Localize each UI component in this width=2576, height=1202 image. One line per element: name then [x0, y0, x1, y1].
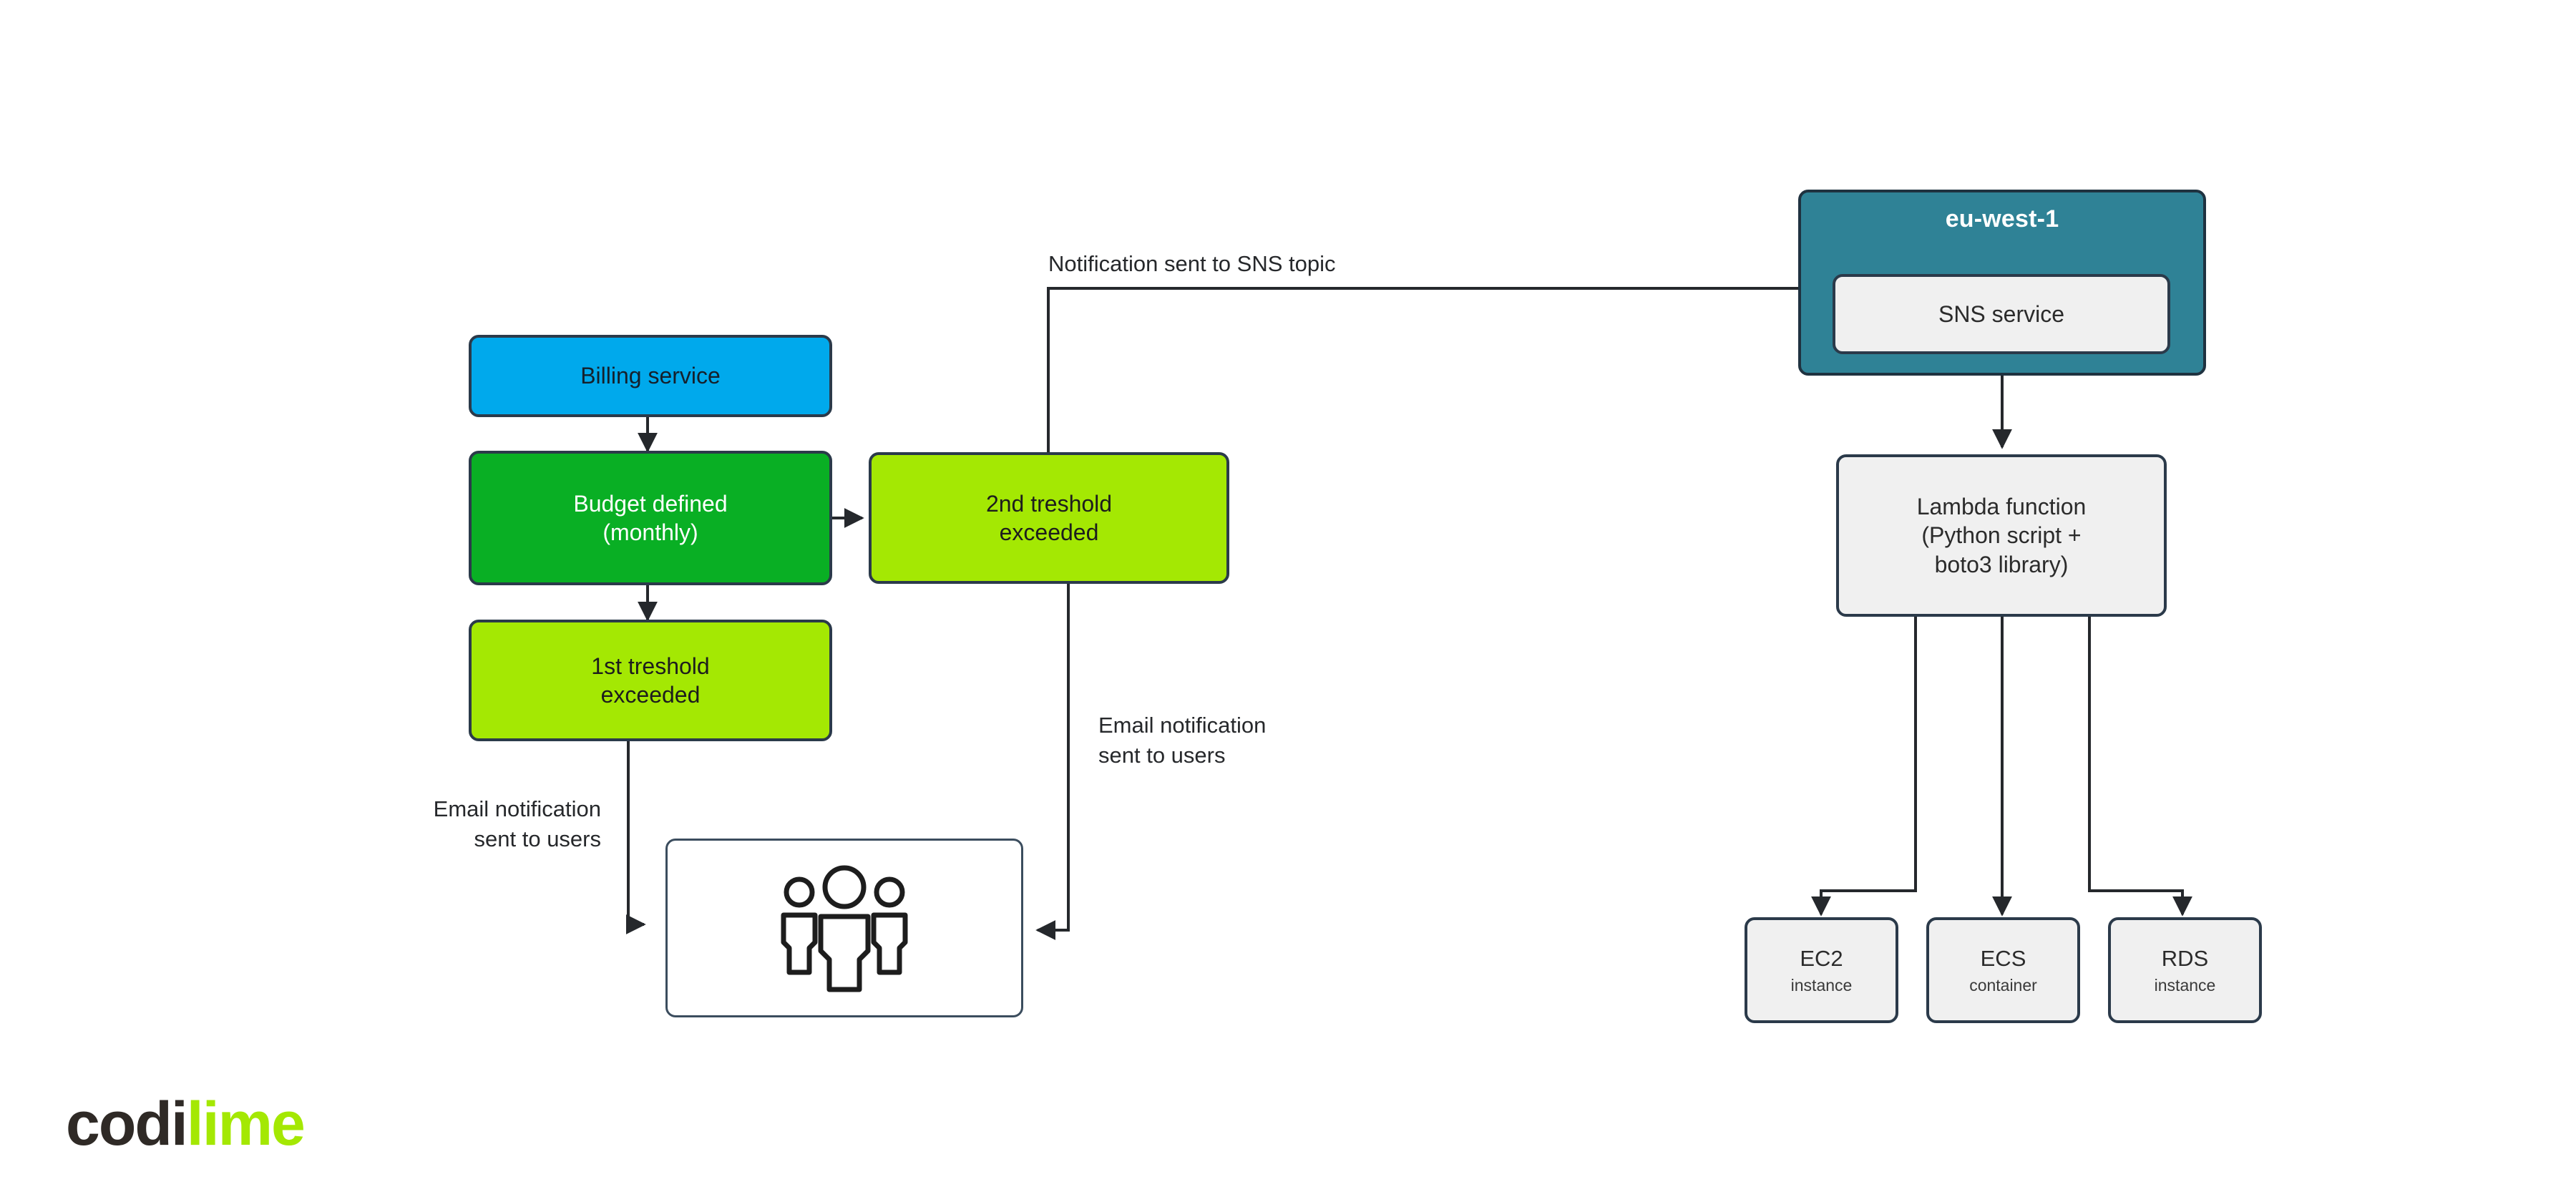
- resource-rds-title: RDS: [2161, 945, 2209, 971]
- edge-first-to-users: [625, 741, 646, 934]
- node-lambda-function-label: Lambda function (Python script + boto3 l…: [1916, 494, 2087, 577]
- logo-part-codi: codi: [66, 1090, 188, 1158]
- node-lambda-function[interactable]: Lambda function (Python script + boto3 l…: [1836, 454, 2167, 617]
- node-second-threshold-label: 2nd treshold exceeded: [985, 490, 1113, 545]
- node-sns-service-label: SNS service: [1938, 300, 2065, 327]
- node-second-threshold[interactable]: 2nd treshold exceeded: [869, 452, 1229, 584]
- logo-part-lime: lime: [186, 1090, 306, 1158]
- region-title: eu-west-1: [1945, 205, 2059, 233]
- users-group-icon: [781, 865, 908, 992]
- edge-label-email-left: Email notification sent to users: [433, 796, 601, 852]
- resource-ec2[interactable]: EC2 instance: [1745, 917, 1898, 1023]
- resource-ecs[interactable]: ECS container: [1926, 917, 2080, 1023]
- codilime-logo: codilime: [66, 1090, 306, 1158]
- edge-lambda-to-rds: [2088, 617, 2192, 917]
- node-first-threshold-label: 1st treshold exceeded: [591, 653, 710, 708]
- edge-label-email-mid: Email notification sent to users: [1098, 713, 1267, 768]
- users-recipients-box[interactable]: [665, 839, 1023, 1017]
- node-billing-service-label: Billing service: [580, 363, 721, 389]
- edge-lambda-to-ec2: [1811, 617, 1917, 917]
- resource-rds-subtitle: instance: [2154, 976, 2216, 995]
- node-sns-service[interactable]: SNS service: [1833, 274, 2170, 354]
- edge-label-sns-topic: Notification sent to SNS topic: [1048, 251, 1336, 276]
- node-first-threshold[interactable]: 1st treshold exceeded: [469, 620, 832, 741]
- node-budget-defined-label: Budget defined (monthly): [573, 490, 728, 545]
- edge-second-to-sns: [1047, 278, 1834, 452]
- diagram-canvas: Billing service Budget defined (monthly)…: [0, 0, 2576, 1202]
- resource-ecs-subtitle: container: [1969, 976, 2037, 995]
- node-budget-defined[interactable]: Budget defined (monthly): [469, 451, 832, 585]
- resource-rds[interactable]: RDS instance: [2108, 917, 2262, 1023]
- resource-ecs-title: ECS: [1980, 945, 2026, 971]
- node-billing-service[interactable]: Billing service: [469, 335, 832, 417]
- resource-ec2-title: EC2: [1800, 945, 1843, 971]
- edge-second-to-users: [1035, 584, 1070, 940]
- resource-ec2-subtitle: instance: [1790, 976, 1853, 995]
